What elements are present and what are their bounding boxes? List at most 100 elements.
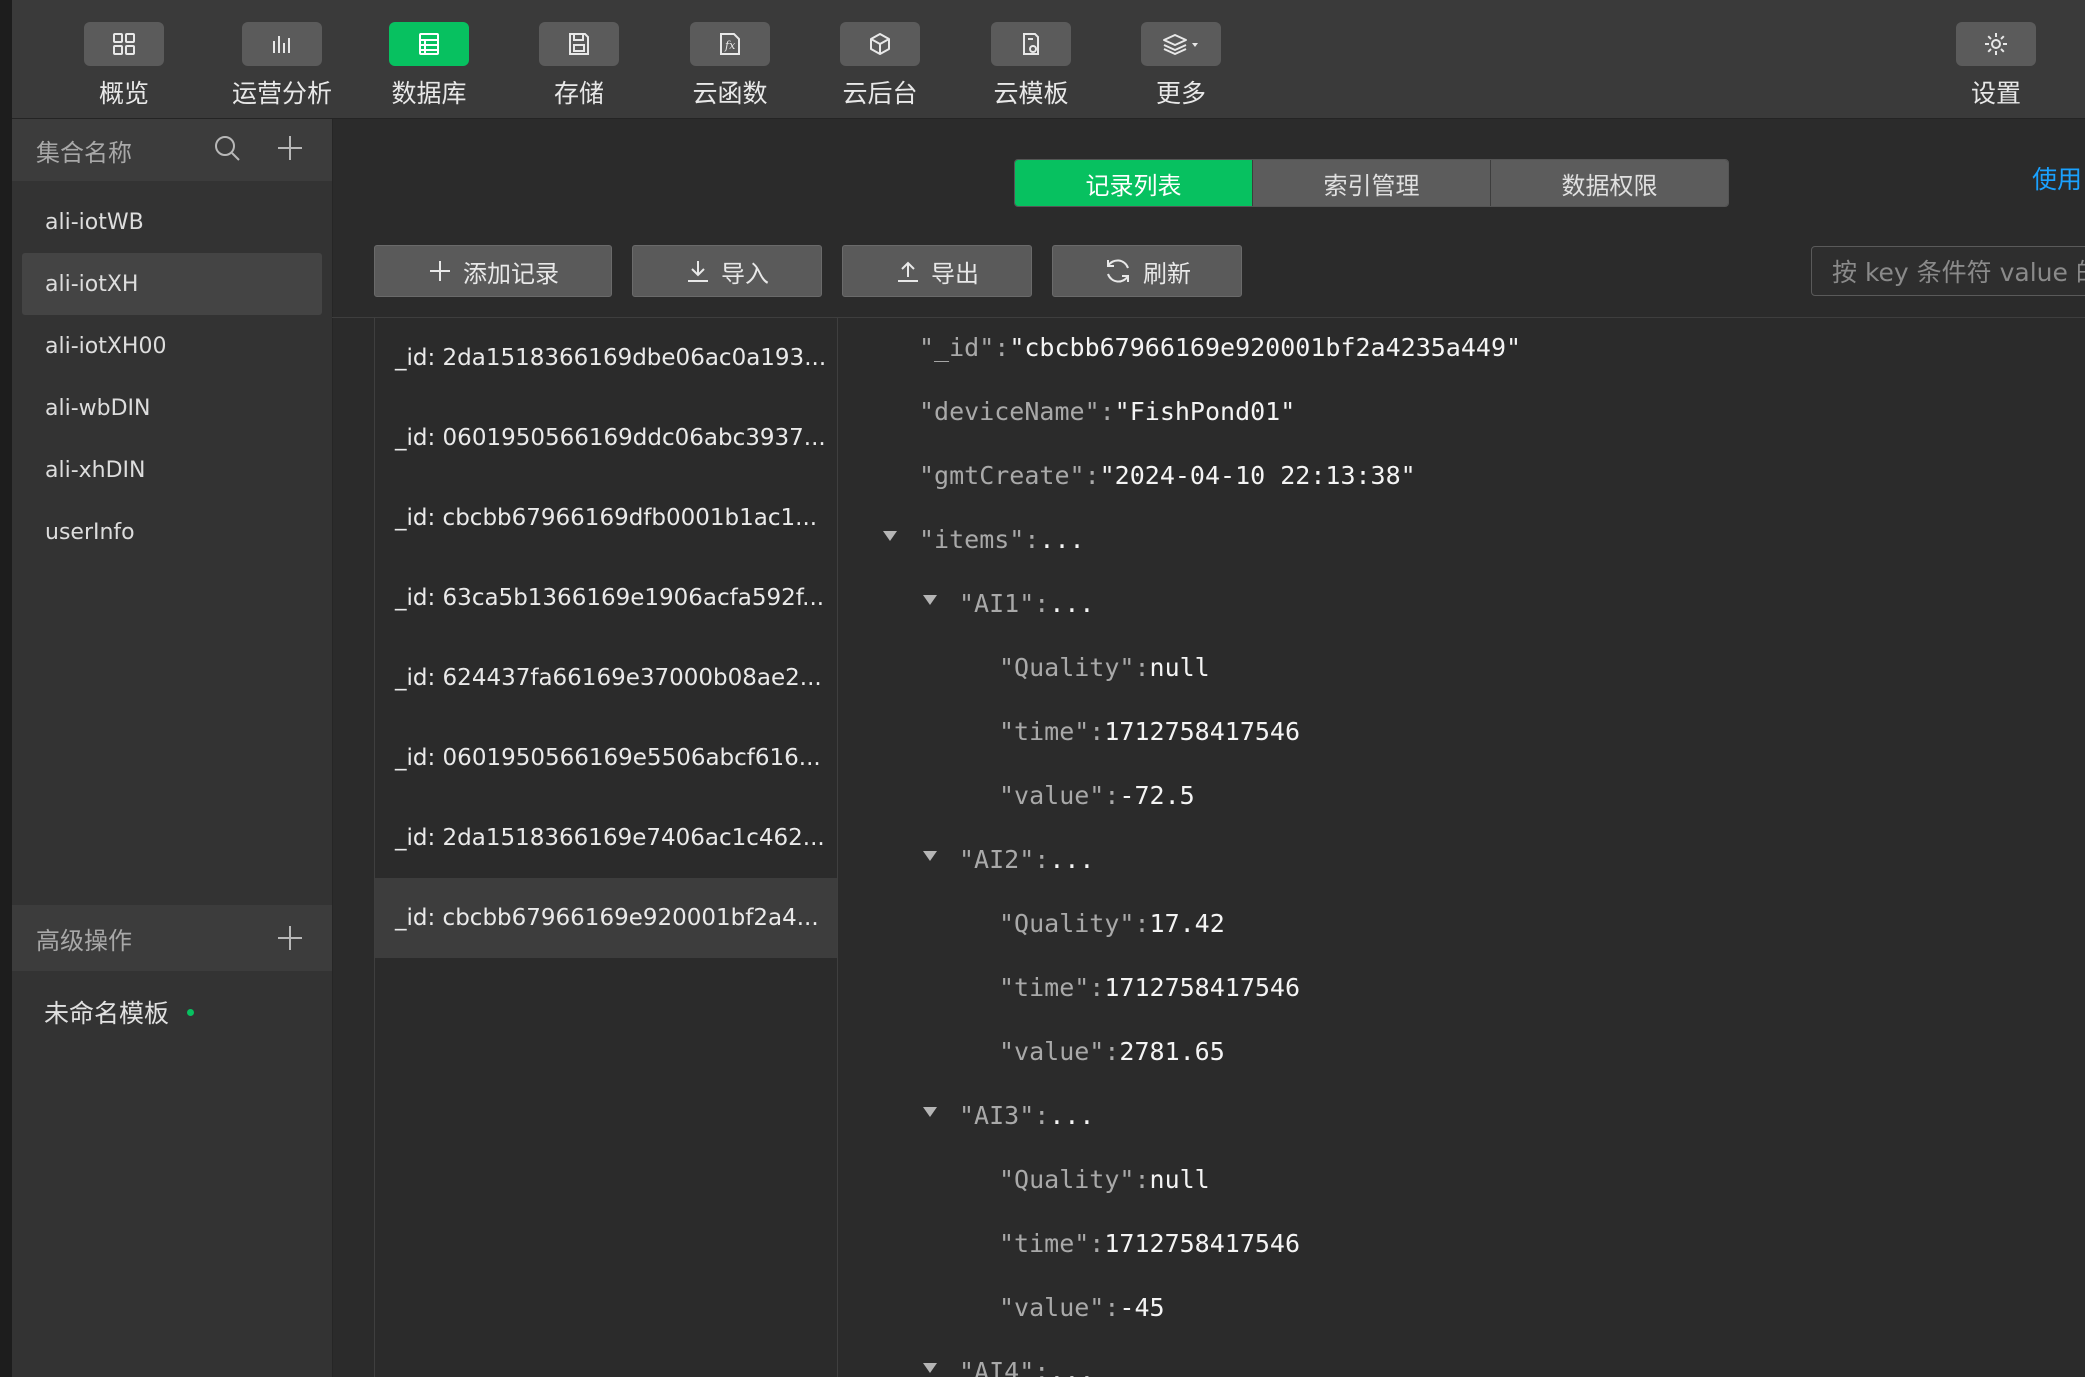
json-line: "gmtCreate": "2024-04-10 22:13:38": [919, 455, 1416, 495]
import-label: 导入: [721, 259, 769, 288]
json-value: ...: [1049, 1356, 1095, 1377]
json-line: "time": 1712758417546: [999, 1223, 1300, 1263]
plus-icon: [430, 261, 450, 281]
query-placeholder: 按 key 条件符 value 的: [1832, 258, 2085, 287]
json-value: 2781.65: [1119, 1036, 1225, 1066]
tool-cloud-function[interactable]: fx 云函数: [675, 22, 785, 110]
tool-label: 云后台: [842, 79, 918, 108]
template-item[interactable]: 未命名模板: [44, 994, 195, 1030]
refresh-label: 刷新: [1143, 259, 1191, 288]
json-key: "AI4":: [959, 1356, 1050, 1377]
json-key: "deviceName":: [919, 396, 1115, 426]
record-list: _id: 2da1518366169dbe06ac0a193... _id: 0…: [374, 318, 838, 1377]
database-icon: [389, 22, 469, 66]
collapse-toggle-icon[interactable]: [923, 851, 937, 861]
tool-cloud-template[interactable]: 云模板: [976, 22, 1086, 110]
tool-more[interactable]: 更多: [1126, 22, 1236, 110]
json-line: "time": 1712758417546: [999, 967, 1300, 1007]
tool-settings[interactable]: 设置: [1941, 22, 2051, 110]
collapse-toggle-icon[interactable]: [923, 1107, 937, 1117]
json-line: "Quality": 17.42: [999, 903, 1225, 943]
collapse-toggle-icon[interactable]: [883, 531, 897, 541]
collection-item[interactable]: ali-wbDIN: [22, 377, 322, 439]
tool-database[interactable]: 数据库: [374, 22, 484, 110]
record-item[interactable]: _id: 63ca5b1366169e1906acfa592f...: [375, 558, 837, 638]
query-input[interactable]: 按 key 条件符 value 的: [1811, 246, 2085, 296]
tab-record-list[interactable]: 记录列表: [1015, 160, 1253, 206]
add-template-icon[interactable]: [275, 923, 305, 957]
json-line: "value": -72.5: [999, 775, 1195, 815]
json-value: ...: [1049, 844, 1095, 874]
usage-link[interactable]: 使用: [2032, 160, 2082, 196]
json-value: ...: [1049, 588, 1095, 618]
search-icon[interactable]: [212, 133, 242, 167]
json-key: "AI1":: [959, 588, 1050, 618]
download-icon: [688, 261, 708, 282]
tool-label: 云函数: [692, 79, 768, 108]
tool-storage[interactable]: 存储: [524, 22, 634, 110]
json-line: "deviceName": "FishPond01": [919, 391, 1295, 431]
top-toolbar: 概览 运营分析 数据库 存储 fx 云函数 云后台 云模板 更多 设置: [12, 0, 2085, 119]
json-value: "FishPond01": [1114, 396, 1296, 426]
record-item[interactable]: _id: cbcbb67966169dfb0001b1ac1...: [375, 478, 837, 558]
json-key: "_id":: [919, 332, 1010, 362]
advanced-title: 高级操作: [36, 926, 132, 955]
upload-icon: [898, 261, 918, 282]
json-key: "items":: [919, 524, 1040, 554]
record-item[interactable]: _id: 2da1518366169e7406ac1c462...: [375, 798, 837, 878]
collection-item[interactable]: ali-iotWB: [22, 191, 322, 253]
collection-item[interactable]: ali-iotXH00: [22, 315, 322, 377]
view-tabs: 记录列表 索引管理 数据权限: [1014, 159, 1729, 207]
grid-icon: [84, 22, 164, 66]
json-line: "AI1": ...: [959, 583, 1094, 623]
json-key: "Quality":: [999, 1164, 1150, 1194]
record-item[interactable]: _id: 624437fa66169e37000b08ae2...: [375, 638, 837, 718]
collections-header: 集合名称: [12, 119, 332, 181]
record-item[interactable]: _id: 2da1518366169dbe06ac0a193...: [375, 318, 837, 398]
export-button[interactable]: 导出: [842, 245, 1032, 297]
json-key: "AI3":: [959, 1100, 1050, 1130]
template-icon: [991, 22, 1071, 66]
json-line: "AI3": ...: [959, 1095, 1094, 1135]
collection-item[interactable]: userInfo: [22, 501, 322, 563]
json-line: "Quality": null: [999, 1159, 1210, 1199]
collapse-toggle-icon[interactable]: [923, 595, 937, 605]
json-line: "items": ...: [919, 519, 1085, 559]
cube-icon: [840, 22, 920, 66]
json-key: "value":: [999, 1292, 1120, 1322]
collection-item[interactable]: ali-xhDIN: [22, 439, 322, 501]
record-item[interactable]: _id: 0601950566169e5506abcf616...: [375, 718, 837, 798]
json-key: "time":: [999, 716, 1105, 746]
refresh-button[interactable]: 刷新: [1052, 245, 1242, 297]
tab-data-permissions[interactable]: 数据权限: [1491, 160, 1728, 206]
collection-item-selected[interactable]: ali-iotXH: [22, 253, 322, 315]
bar-chart-icon: [242, 22, 322, 66]
json-key: "value":: [999, 1036, 1120, 1066]
json-value: 1712758417546: [1104, 1228, 1301, 1258]
collections-title: 集合名称: [36, 138, 132, 167]
tab-index-management[interactable]: 索引管理: [1253, 160, 1491, 206]
add-record-button[interactable]: 添加记录: [374, 245, 612, 297]
tool-label: 云模板: [993, 79, 1069, 108]
tool-label: 概览: [98, 79, 149, 108]
import-button[interactable]: 导入: [632, 245, 822, 297]
export-label: 导出: [931, 259, 979, 288]
tool-cloud-backend[interactable]: 云后台: [825, 22, 935, 110]
save-icon: [539, 22, 619, 66]
add-collection-icon[interactable]: [275, 133, 305, 167]
add-record-label: 添加记录: [463, 259, 559, 288]
status-dot: [187, 1008, 195, 1016]
json-value: 17.42: [1149, 908, 1225, 938]
function-icon: fx: [690, 22, 770, 66]
refresh-icon: [1107, 259, 1129, 283]
collapse-toggle-icon[interactable]: [923, 1363, 937, 1373]
record-item-selected[interactable]: _id: cbcbb67966169e920001bf2a4...: [375, 878, 837, 958]
record-item[interactable]: _id: 0601950566169ddc06abc3937...: [375, 398, 837, 478]
json-key: "value":: [999, 780, 1120, 810]
json-key: "Quality":: [999, 652, 1150, 682]
tool-overview[interactable]: 概览: [69, 22, 179, 110]
tool-analytics[interactable]: 运营分析: [227, 22, 337, 110]
json-value: null: [1149, 1164, 1210, 1194]
json-line: "Quality": null: [999, 647, 1210, 687]
svg-text:fx: fx: [724, 39, 736, 52]
